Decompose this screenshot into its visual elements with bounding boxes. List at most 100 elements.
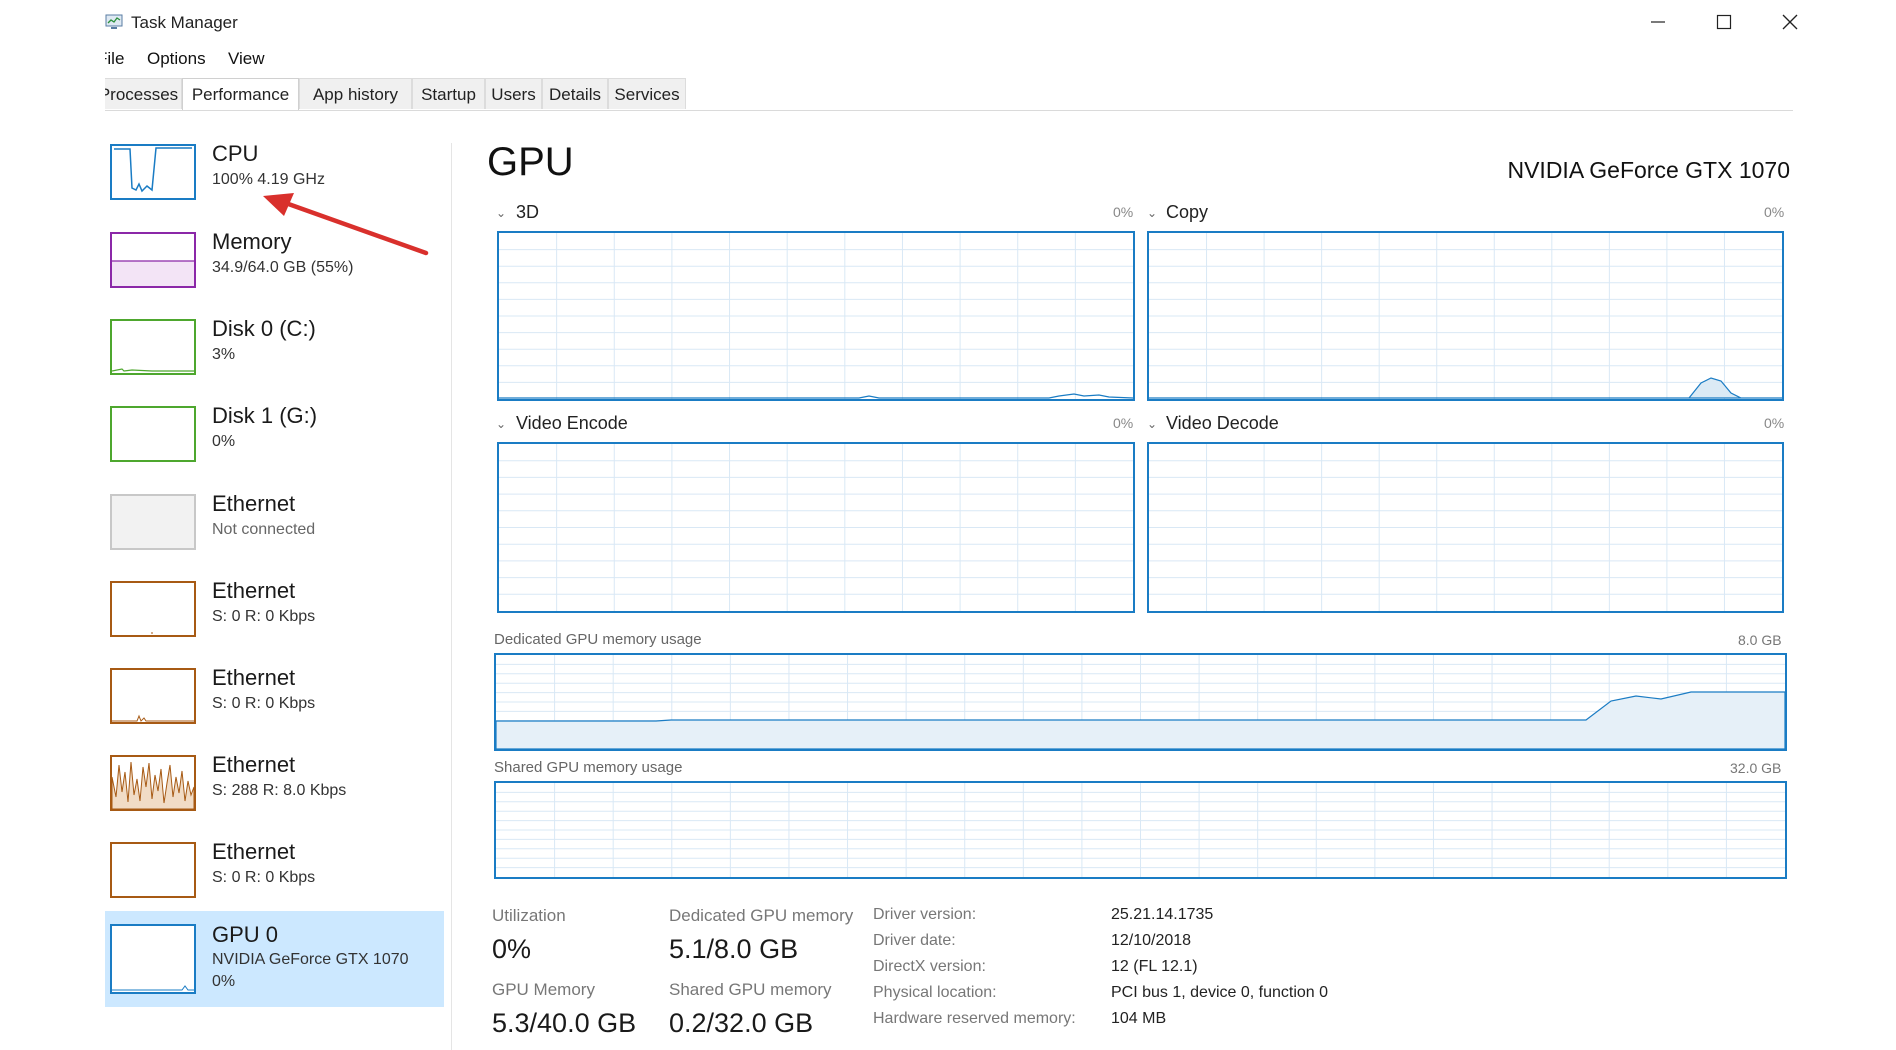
sidebar-item-ethernet-1[interactable]: Ethernet S: 0 R: 0 Kbps	[105, 575, 444, 661]
sidebar-item-title: Ethernet	[212, 839, 296, 864]
sidebar-item-ethernet-disconnected[interactable]: Ethernet Not connected	[105, 488, 444, 574]
tab-users[interactable]: Users	[485, 78, 542, 109]
sidebar-item-subtitle: Not connected	[212, 521, 316, 538]
sidebar-item-title: CPU	[212, 141, 259, 166]
shared-memory-graph	[494, 781, 1787, 879]
sidebar-item-subtitle: 0%	[212, 433, 236, 450]
engine-selector-video-encode[interactable]: Video Encode	[516, 413, 628, 434]
sidebar-item-title: Ethernet	[212, 665, 296, 690]
driver-date-label: Driver date:	[873, 932, 956, 949]
menu-view[interactable]: View	[228, 49, 265, 69]
sidebar-item-subtitle: 100% 4.19 GHz	[212, 171, 325, 188]
menu-options[interactable]: Options	[147, 49, 206, 69]
utilization-value: 0%	[492, 934, 532, 964]
sidebar-item-subtitle: S: 0 R: 0 Kbps	[212, 695, 316, 712]
physical-location-value: PCI bus 1, device 0, function 0	[1111, 984, 1329, 1001]
title-bar	[0, 0, 1896, 44]
shared-gpu-memory-label: Shared GPU memory	[669, 980, 832, 999]
dedicated-memory-graph	[494, 653, 1787, 751]
directx-version-label: DirectX version:	[873, 958, 986, 975]
chevron-down-icon[interactable]: ⌄	[1147, 206, 1157, 220]
ethernet-thumbnail-graph	[110, 581, 196, 637]
graph-video-encode	[497, 442, 1135, 613]
gpu-model-name: NVIDIA GeForce GTX 1070	[1507, 157, 1790, 183]
ethernet-thumbnail-graph	[110, 494, 196, 550]
driver-date-value: 12/10/2018	[1111, 932, 1192, 949]
shared-memory-max: 32.0 GB	[1730, 760, 1782, 776]
annotation-arrow	[263, 193, 429, 256]
sidebar-item-subtitle: S: 0 R: 0 Kbps	[212, 869, 316, 886]
page-title: GPU	[487, 140, 574, 184]
sidebar-item-title: GPU 0	[212, 922, 279, 947]
tab-app-history[interactable]: App history	[299, 78, 412, 109]
tab-bar: Processes Performance App history Startu…	[105, 78, 1793, 111]
tab-startup[interactable]: Startup	[412, 78, 485, 109]
dedicated-gpu-memory-value: 5.1/8.0 GB	[669, 934, 799, 964]
cpu-thumbnail-graph	[110, 144, 196, 200]
chevron-down-icon[interactable]: ⌄	[1147, 417, 1157, 431]
sidebar-item-ethernet-3[interactable]: Ethernet S: 288 R: 8.0 Kbps	[105, 749, 444, 835]
driver-version-label: Driver version:	[873, 906, 977, 923]
physical-location-label: Physical location:	[873, 984, 997, 1001]
disk-0-thumbnail-graph	[110, 319, 196, 375]
tab-services[interactable]: Services	[608, 78, 686, 109]
utilization-label: Utilization	[492, 906, 566, 925]
sidebar-item-title: Disk 1 (G:)	[212, 403, 318, 428]
sidebar-item-gpu-0[interactable]: GPU 0 NVIDIA GeForce GTX 1070 0%	[105, 911, 444, 1007]
minimize-button[interactable]	[1630, 6, 1686, 38]
engine-selector-3d[interactable]: 3D	[516, 202, 539, 223]
menu-file[interactable]: File	[105, 49, 124, 69]
panel-divider	[451, 143, 452, 1050]
driver-version-value: 25.21.14.1735	[1111, 906, 1214, 923]
engine-percent-video-encode: 0%	[1113, 415, 1134, 431]
disk-1-thumbnail-graph	[110, 406, 196, 462]
memory-thumbnail-graph	[110, 232, 196, 288]
dedicated-gpu-memory-label: Dedicated GPU memory	[669, 906, 854, 925]
chevron-down-icon[interactable]: ⌄	[496, 417, 506, 431]
directx-version-value: 12 (FL 12.1)	[1111, 958, 1198, 975]
sidebar-item-subtitle: 3%	[212, 346, 236, 363]
sidebar-item-subtitle-2: 0%	[212, 973, 236, 990]
minimize-icon	[1651, 21, 1665, 23]
maximize-button[interactable]	[1696, 6, 1752, 38]
ethernet-thumbnail-graph	[110, 668, 196, 724]
graph-copy	[1147, 231, 1784, 401]
engine-percent-copy: 0%	[1764, 204, 1785, 220]
hardware-reserved-memory-label: Hardware reserved memory:	[873, 1010, 1076, 1027]
sidebar-item-title: Disk 0 (C:)	[212, 316, 316, 341]
maximize-icon	[1716, 14, 1732, 30]
ethernet-thumbnail-graph	[110, 842, 196, 898]
sidebar-item-title: Ethernet	[212, 752, 296, 777]
chevron-down-icon[interactable]: ⌄	[496, 206, 506, 220]
sidebar-item-subtitle: S: 288 R: 8.0 Kbps	[212, 782, 347, 799]
gpu-memory-label: GPU Memory	[492, 980, 595, 999]
tab-details[interactable]: Details	[542, 78, 608, 109]
sidebar-item-disk-0[interactable]: Disk 0 (C:) 3%	[105, 313, 444, 399]
engine-percent-video-decode: 0%	[1764, 415, 1785, 431]
gpu-thumbnail-graph	[110, 924, 196, 994]
sidebar-item-title: Ethernet	[212, 491, 296, 516]
window-title: Task Manager	[131, 13, 238, 32]
sidebar-item-disk-1[interactable]: Disk 1 (G:) 0%	[105, 400, 444, 486]
sidebar-item-subtitle: NVIDIA GeForce GTX 1070	[212, 951, 409, 968]
shared-gpu-memory-value: 0.2/32.0 GB	[669, 1008, 814, 1038]
graph-video-decode	[1147, 442, 1784, 613]
shared-memory-graph-label: Shared GPU memory usage	[494, 759, 683, 776]
sidebar-item-ethernet-4[interactable]: Ethernet S: 0 R: 0 Kbps	[105, 836, 444, 922]
ethernet-thumbnail-graph	[110, 755, 196, 811]
engine-percent-3d: 0%	[1113, 204, 1134, 220]
engine-selector-copy[interactable]: Copy	[1166, 202, 1208, 223]
close-button[interactable]	[1762, 6, 1818, 38]
tab-performance[interactable]: Performance	[182, 78, 299, 110]
gpu-memory-value: 5.3/40.0 GB	[492, 1008, 637, 1038]
hardware-reserved-memory-value: 104 MB	[1111, 1010, 1167, 1027]
task-manager-app-icon	[105, 14, 123, 29]
tab-processes[interactable]: Processes	[105, 78, 182, 109]
sidebar-item-title: Ethernet	[212, 578, 296, 603]
engine-selector-video-decode[interactable]: Video Decode	[1166, 413, 1279, 434]
sidebar-item-ethernet-2[interactable]: Ethernet S: 0 R: 0 Kbps	[105, 662, 444, 748]
close-icon	[1782, 14, 1798, 30]
dedicated-memory-max: 8.0 GB	[1738, 632, 1782, 648]
dedicated-memory-graph-label: Dedicated GPU memory usage	[494, 631, 702, 648]
sidebar-item-subtitle: S: 0 R: 0 Kbps	[212, 608, 316, 625]
